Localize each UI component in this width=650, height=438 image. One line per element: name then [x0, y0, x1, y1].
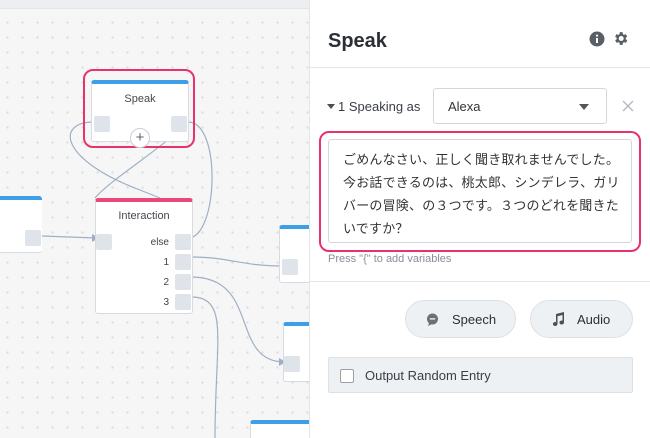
gear-icon[interactable]	[612, 30, 629, 47]
port-label-else: else	[150, 237, 169, 248]
left-node-title: ak	[0, 208, 42, 220]
interaction-node-title: Interaction	[118, 210, 170, 222]
target-node-2[interactable]	[283, 322, 309, 382]
target-node-1-port[interactable]	[282, 259, 298, 275]
random-entry-checkbox[interactable]	[340, 369, 354, 383]
interaction-node[interactable]: Interaction else 1 2 3	[95, 198, 193, 314]
speech-bubble-icon	[427, 313, 438, 326]
voice-select-value: Alexa	[448, 99, 481, 114]
output-random-entry-row[interactable]: Output Random Entry	[328, 357, 633, 393]
left-node-output-port[interactable]	[25, 230, 41, 246]
speak-node-output-port[interactable]	[171, 116, 187, 132]
left-speak-node[interactable]: ak	[0, 196, 42, 253]
chevron-down-icon[interactable]	[327, 104, 335, 109]
add-audio-button[interactable]: Audio	[530, 300, 633, 338]
add-step-button[interactable]: +	[130, 128, 150, 148]
add-speech-button[interactable]: Speech	[405, 300, 516, 338]
speak-node-input-port[interactable]	[94, 116, 110, 132]
port-label-3: 3	[163, 297, 169, 308]
variables-hint: Press "{" to add variables	[328, 253, 452, 265]
wire-port-1	[190, 256, 284, 267]
speaking-as-label[interactable]: 1 Speaking as	[338, 99, 420, 114]
port-2[interactable]	[175, 274, 191, 290]
random-entry-label: Output Random Entry	[365, 368, 491, 383]
music-note-icon	[552, 312, 564, 326]
speech-button-label: Speech	[452, 312, 497, 327]
port-label-2: 2	[163, 277, 169, 288]
speaking-as-row: 1 Speaking as Alexa	[327, 88, 647, 124]
voice-select[interactable]: Alexa	[433, 88, 607, 124]
panel-title: Speak	[328, 30, 387, 52]
speech-text-input[interactable]: ごめんなさい、正しく聞き取れませんでした。今お話できるのは、桃太郎、シンデレラ、…	[328, 139, 632, 243]
audio-button-label: Audio	[577, 312, 611, 327]
target-node-2-port[interactable]	[284, 356, 300, 372]
port-else[interactable]	[175, 234, 191, 250]
select-caret-icon	[579, 104, 589, 110]
target-node-1[interactable]	[279, 225, 309, 283]
close-icon[interactable]	[621, 99, 635, 113]
port-1[interactable]	[175, 254, 191, 270]
info-icon[interactable]	[589, 31, 605, 47]
speak-node-title: Speak	[124, 93, 156, 105]
speak-editor-panel: Speak 1 Speaking as Alexa ごめんなさい、正しく聞き取れ…	[309, 0, 650, 438]
target-node-3[interactable]	[250, 420, 309, 438]
header-divider	[310, 67, 650, 68]
wire-port-3	[190, 296, 219, 438]
section-divider	[310, 281, 650, 282]
wire-left-to-interaction	[41, 235, 97, 239]
interaction-input-port[interactable]	[96, 234, 112, 250]
flow-canvas[interactable]: ak Speak + Interaction else 1 2 3	[0, 0, 309, 438]
port-3[interactable]	[175, 294, 191, 310]
port-label-1: 1	[163, 257, 169, 268]
wire-port-2	[190, 276, 284, 363]
